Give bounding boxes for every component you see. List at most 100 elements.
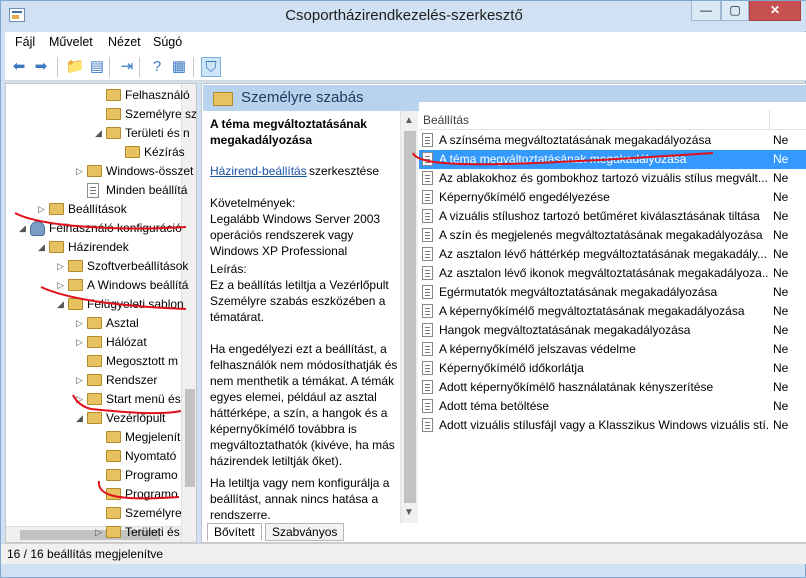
tree-node[interactable]: ▷ Asztal (6, 314, 181, 333)
expand-arrow-icon[interactable]: ▷ (75, 333, 84, 352)
setting-row[interactable]: Képernyőkímélő időkorlátja Ne (419, 359, 806, 378)
policy-setting-icon (422, 266, 433, 280)
folder-icon (68, 298, 83, 310)
expand-arrow-icon[interactable]: ▷ (94, 523, 103, 542)
description-enabled-text: Ha engedélyezi ezt a beállítást, a felha… (210, 342, 398, 468)
toolbar-separator (57, 57, 58, 77)
tree-node-label: Felügyeleti sablon (87, 297, 184, 311)
maximize-button[interactable]: ▢ (721, 1, 749, 21)
expand-arrow-icon[interactable]: ▷ (75, 162, 84, 181)
tree-node[interactable]: ▷ Start menü és (6, 390, 181, 409)
setting-state: Ne (773, 266, 789, 280)
expand-arrow-icon[interactable]: ▷ (56, 276, 65, 295)
filter-icon[interactable]: ⛉ (201, 57, 221, 77)
export-list-icon[interactable]: ⇥ (117, 57, 137, 77)
setting-row[interactable]: Az asztalon lévő háttérkép megváltoztatá… (419, 245, 806, 264)
setting-row[interactable]: Adott képernyőkímélő használatának kénys… (419, 378, 806, 397)
menu-help[interactable]: Súgó (153, 35, 182, 49)
close-button[interactable]: ✕ (749, 1, 801, 21)
help-icon[interactable]: ? (147, 57, 167, 77)
tree-node[interactable]: Megosztott m (6, 352, 181, 371)
tree-node[interactable]: ▷ Beállítások (6, 200, 181, 219)
setting-row[interactable]: Adott téma betöltése Ne (419, 397, 806, 416)
show-hide-tree-icon[interactable]: ▤ (87, 57, 107, 77)
app-window: Csoportházirendkezelés-szerkesztő — ▢ ✕ … (0, 0, 806, 578)
tab-standard[interactable]: Szabványos (265, 523, 345, 541)
tree-node[interactable]: ▷ Területi és (6, 523, 181, 542)
tree-node[interactable]: Megjelenít (6, 428, 181, 447)
tab-extended[interactable]: Bővített (207, 523, 262, 541)
expand-arrow-icon[interactable]: ▷ (75, 390, 84, 409)
policy-title: A téma megváltoztatásának megakadályozás… (210, 117, 367, 147)
minimize-button[interactable]: — (691, 1, 721, 21)
setting-row[interactable]: A színséma megváltoztatásának megakadály… (419, 131, 806, 150)
tree-node[interactable]: ◢ Felhasználó konfiguráció (6, 219, 182, 238)
tree-node[interactable]: Minden beállítá (6, 181, 187, 200)
tree-node[interactable]: Felhasználó (6, 86, 190, 105)
setting-row[interactable]: A képernyőkímélő megváltoztatásának mega… (419, 302, 806, 321)
expand-arrow-icon[interactable]: ▷ (37, 200, 46, 219)
menu-view[interactable]: Nézet (108, 35, 141, 49)
tree-node[interactable]: ▷ Rendszer (6, 371, 181, 390)
tree-node-label: Asztal (106, 316, 139, 330)
collapse-arrow-icon[interactable]: ◢ (18, 219, 27, 238)
setting-row[interactable]: Egérmutatók megváltoztatásának megakadál… (419, 283, 806, 302)
tree-node[interactable]: Programo (6, 485, 181, 504)
setting-name: Képernyőkímélő időkorlátja (439, 361, 584, 375)
column-header-setting[interactable]: Beállítás (423, 113, 469, 127)
tree-node[interactable]: ◢ Területi és n (6, 124, 190, 143)
collapse-arrow-icon[interactable]: ◢ (56, 295, 65, 314)
collapse-arrow-icon[interactable]: ◢ (94, 124, 103, 143)
tree-node[interactable]: ◢ Felügyeleti sablon (6, 295, 184, 314)
collapse-arrow-icon[interactable]: ◢ (75, 409, 84, 428)
tree-node[interactable]: Nyomtató (6, 447, 181, 466)
tree-node[interactable]: ▷ Hálózat (6, 333, 181, 352)
tree-node[interactable]: Személyre sz (6, 105, 196, 124)
forward-arrow-icon[interactable]: ➡ (31, 57, 51, 77)
collapse-arrow-icon[interactable]: ◢ (37, 238, 46, 257)
edit-policy-suffix: szerkesztése (309, 164, 380, 178)
expand-arrow-icon[interactable]: ▷ (56, 257, 65, 276)
setting-row[interactable]: A téma megváltoztatásának megakadályozás… (419, 150, 806, 169)
expand-arrow-icon[interactable]: ▷ (75, 371, 84, 390)
setting-row[interactable]: A szín és megjelenés megváltoztatásának … (419, 226, 806, 245)
setting-row[interactable]: Az asztalon lévő ikonok megváltoztatásán… (419, 264, 806, 283)
description-panel: A téma megváltoztatásának megakadályozás… (203, 111, 406, 524)
edit-policy-link[interactable]: Házirend-beállítás (210, 164, 307, 178)
setting-row[interactable]: Képernyőkímélő engedélyezése Ne (419, 188, 806, 207)
expand-arrow-icon[interactable]: ▷ (75, 314, 84, 333)
column-header[interactable]: Beállítás (419, 110, 806, 130)
navigation-tree[interactable]: Felhasználó Személyre sz ◢ Területi és n Kéz… (5, 83, 197, 543)
menu-file[interactable]: Fájl (15, 35, 35, 49)
folder-icon (106, 488, 121, 500)
folder-icon (68, 279, 83, 291)
scroll-down-icon[interactable]: ▼ (404, 507, 414, 518)
setting-row[interactable]: Hangok megváltoztatásának megakadályozás… (419, 321, 806, 340)
column-separator[interactable] (769, 110, 770, 130)
setting-row[interactable]: Az ablakokhoz és gombokhoz tartozó vizuá… (419, 169, 806, 188)
details-pane: Személyre szabás A téma megváltoztatásán… (201, 83, 806, 543)
back-arrow-icon[interactable]: ⬅ (9, 57, 29, 77)
description-scrollbar[interactable]: ▲ ▼ (400, 111, 418, 523)
tree-node[interactable]: ▷ Windows-összet (6, 162, 193, 181)
tree-node[interactable]: Programo (6, 466, 181, 485)
tree-node[interactable]: Kézírás (6, 143, 185, 162)
section-title: Személyre szabás (241, 89, 364, 106)
properties-icon[interactable]: ▦ (169, 57, 189, 77)
scroll-up-icon[interactable]: ▲ (404, 115, 414, 126)
setting-row[interactable]: A képernyőkímélő jelszavas védelme Ne (419, 340, 806, 359)
tree-node[interactable]: ◢ Házirendek (6, 238, 181, 257)
setting-row[interactable]: A vizuális stílushoz tartozó betűméret k… (419, 207, 806, 226)
menu-action[interactable]: Művelet (49, 35, 93, 49)
description-scroll-thumb[interactable] (404, 131, 416, 503)
tree-node[interactable]: ◢ Vezérlőpult (6, 409, 181, 428)
policy-setting-icon (422, 133, 433, 147)
tree-node[interactable]: Személyre (6, 504, 182, 523)
tree-node[interactable]: ▷ Szoftverbeállítások (6, 257, 188, 276)
setting-row[interactable]: Adott vizuális stílusfájl vagy a Klasszi… (419, 416, 806, 435)
status-text: 16 / 16 beállítás megjelenítve (7, 547, 164, 561)
tree-scroll-thumb[interactable] (185, 389, 195, 487)
tree-node[interactable]: ▷ A Windows beállítá (6, 276, 188, 295)
setting-state: Ne (773, 247, 789, 261)
up-folder-icon[interactable]: 📁 (65, 57, 85, 77)
